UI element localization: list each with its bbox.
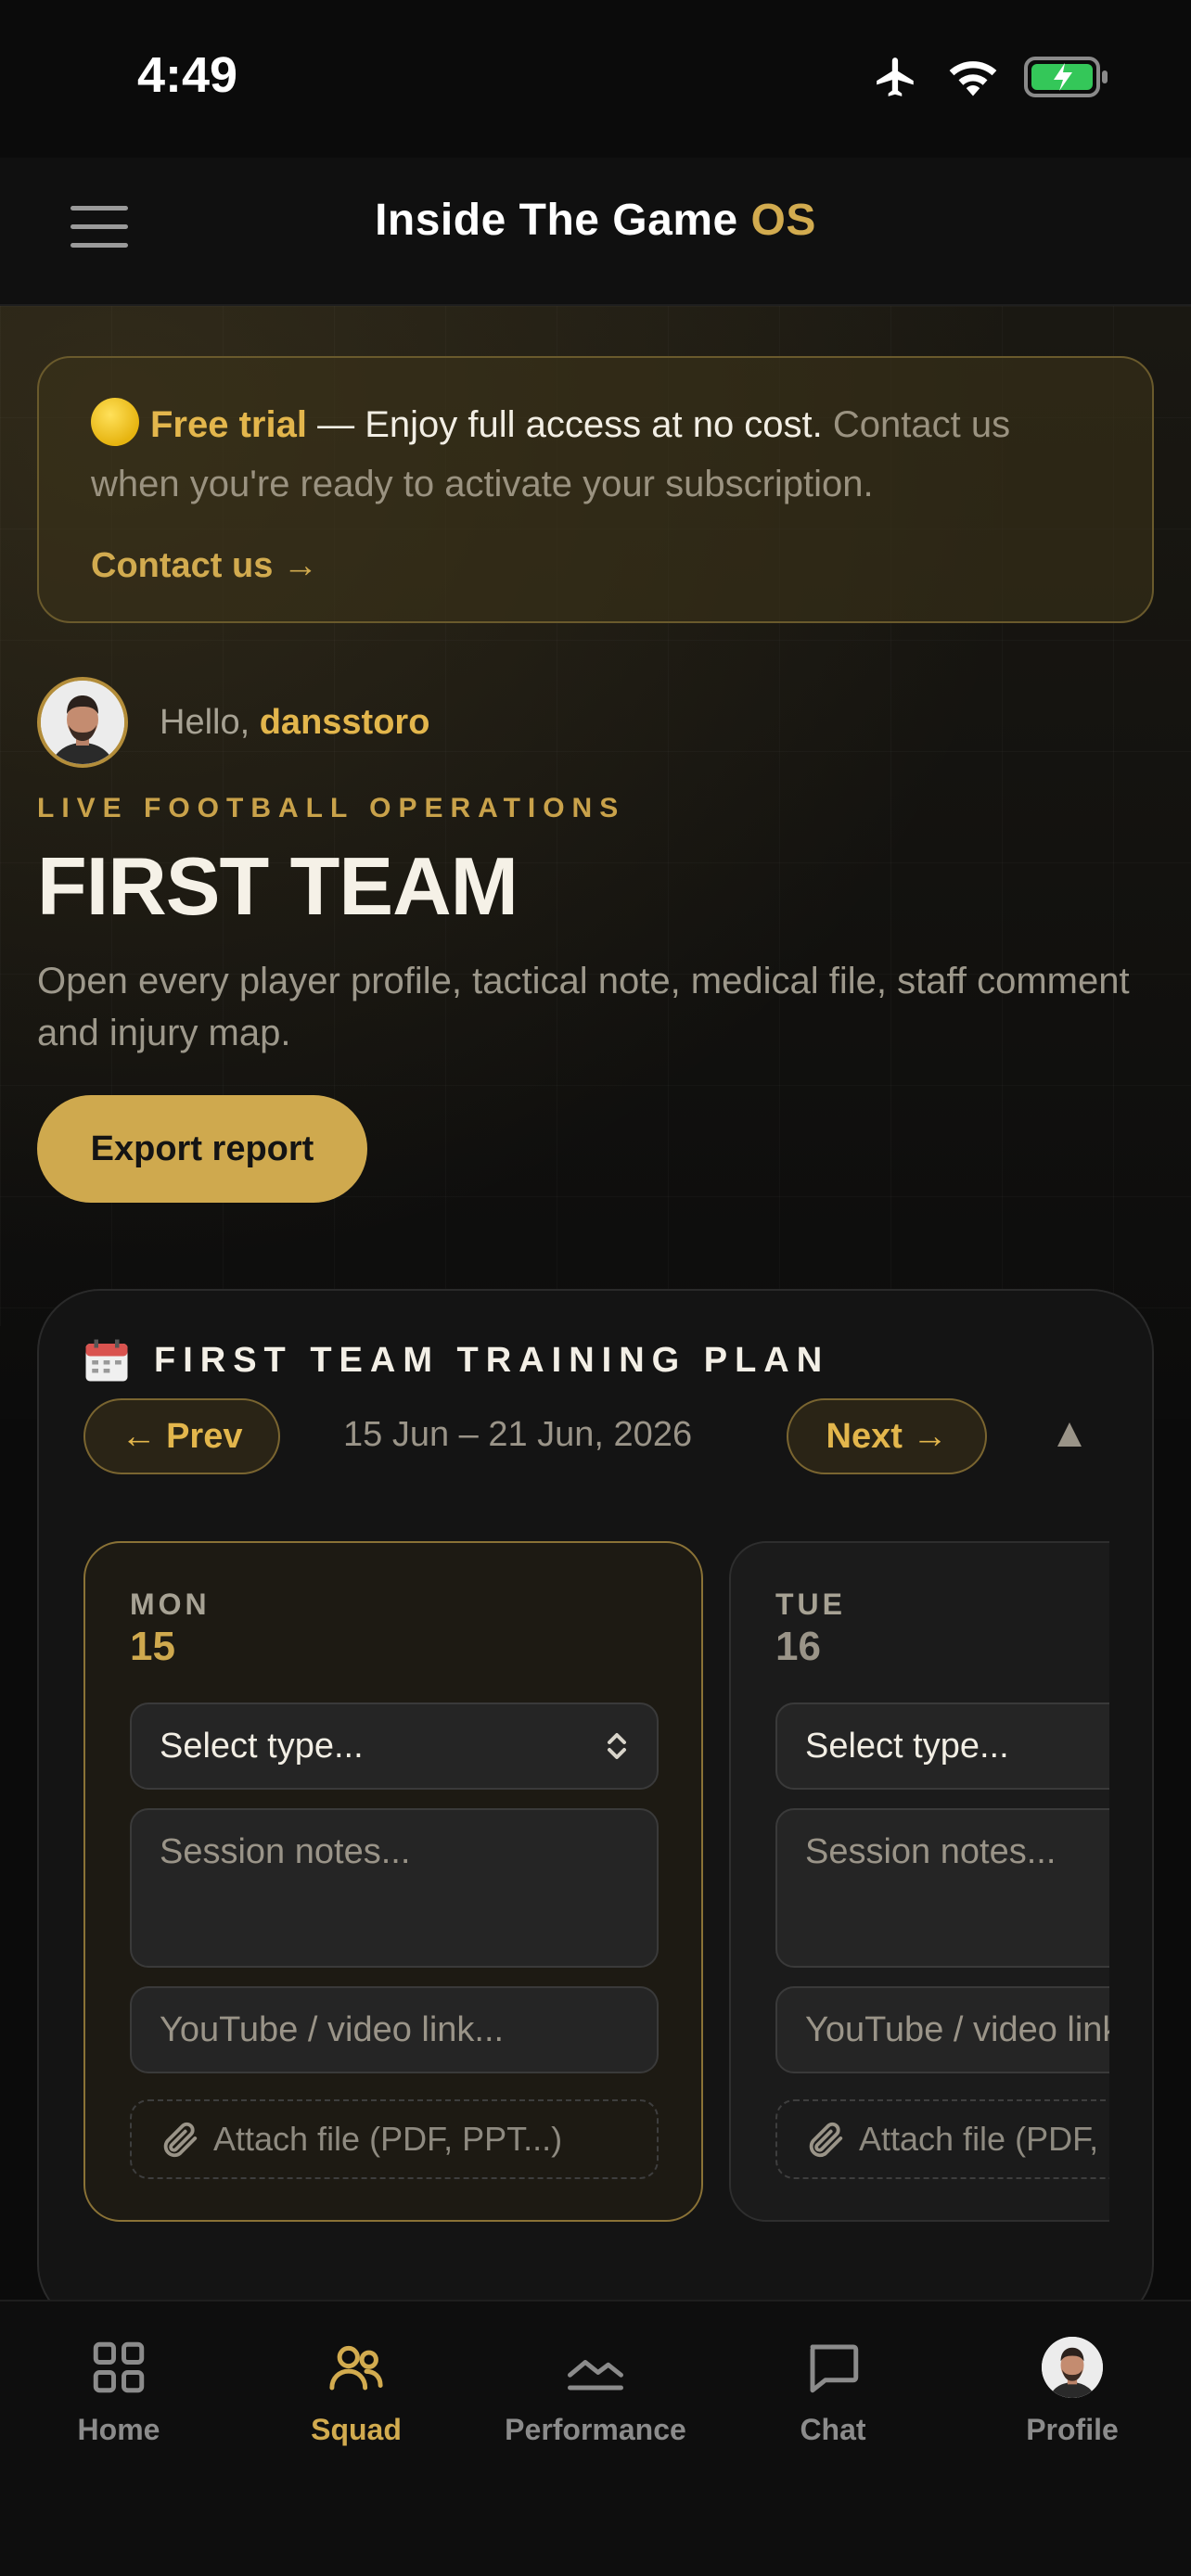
bottom-tab-bar: Home Squad Performance Chat Profile (0, 2300, 1191, 2576)
attach-label: Attach file (PDF, PPT...) (213, 2120, 563, 2158)
week-navigation: ← Prev 15 Jun – 21 Jun, 2026 Next → (83, 1398, 1113, 1476)
user-avatar-image (41, 681, 124, 764)
tab-label: Chat (800, 2413, 866, 2446)
export-report-button[interactable]: Export report (37, 1095, 367, 1203)
grid-icon (93, 2341, 145, 2393)
greeting: Hello, dansstoro (160, 703, 429, 743)
tab-performance[interactable]: Performance (493, 2335, 698, 2447)
training-plan-title: FIRST TEAM TRAINING PLAN (154, 1340, 830, 1380)
trial-strong: Free trial (150, 404, 307, 445)
status-bar: 4:49 (0, 0, 1191, 158)
week-date-range: 15 Jun – 21 Jun, 2026 (343, 1415, 693, 1454)
day-number: 16 (775, 1624, 821, 1669)
day-card-tue: TUE 16 Select type... Session notes... Y… (729, 1541, 1109, 2222)
tab-label: Profile (1026, 2413, 1119, 2446)
chat-bubble-icon (810, 2344, 859, 2393)
attach-label: Attach file (PDF, PPT...) (859, 2120, 1109, 2158)
paperclip-icon (809, 2122, 843, 2158)
app-header: Inside The Game OS (0, 158, 1191, 306)
status-icons (870, 54, 1109, 100)
section-eyebrow: LIVE FOOTBALL OPERATIONS (37, 793, 626, 823)
attach-file-button[interactable]: Attach file (PDF, PPT...) (130, 2099, 659, 2179)
day-of-week: TUE (775, 1588, 846, 1621)
days-carousel[interactable]: MON 15 Select type... Session notes... Y… (83, 1541, 1109, 2227)
video-link-input[interactable]: YouTube / video link... (130, 1986, 659, 2073)
status-time: 4:49 (137, 47, 238, 103)
tab-label: Home (77, 2413, 160, 2446)
airplane-icon (877, 57, 914, 96)
tab-home[interactable]: Home (17, 2335, 221, 2447)
username: dansstoro (259, 703, 430, 742)
select-value: Select type... (805, 1726, 1009, 1766)
app-title-main: Inside The Game (375, 196, 738, 245)
avatar[interactable] (37, 677, 128, 768)
greeting-prefix: Hello, (160, 703, 260, 742)
page-description: Open every player profile, tactical note… (37, 961, 1130, 1053)
profile-avatar (1042, 2337, 1103, 2398)
yellow-circle-icon (91, 398, 139, 446)
session-type-select[interactable]: Select type... (775, 1702, 1109, 1790)
wifi-icon (949, 61, 997, 96)
next-week-button[interactable]: Next → (787, 1398, 987, 1474)
select-value: Select type... (160, 1726, 364, 1766)
battery-charging-icon (1024, 57, 1108, 97)
day-of-week: MON (130, 1588, 211, 1621)
free-trial-banner: Free trial — Enjoy full access at no cos… (37, 356, 1154, 623)
collapse-triangle-icon[interactable] (1057, 1422, 1082, 1447)
tab-label: Squad (311, 2413, 402, 2446)
prev-week-button[interactable]: ← Prev (83, 1398, 280, 1474)
tab-chat[interactable]: Chat (731, 2335, 935, 2447)
contact-us-link[interactable]: Contact us → (91, 546, 318, 586)
session-notes-input[interactable]: Session notes... (130, 1808, 659, 1968)
users-icon (329, 2345, 383, 2391)
day-number: 15 (130, 1624, 175, 1669)
day-card-mon: MON 15 Select type... Session notes... Y… (83, 1541, 703, 2222)
trial-message: Free trial — Enjoy full access at no cos… (91, 395, 1100, 514)
session-notes-input[interactable]: Session notes... (775, 1808, 1109, 1968)
training-plan-card: FIRST TEAM TRAINING PLAN ← Prev 15 Jun –… (37, 1289, 1154, 2327)
chart-line-icon (568, 2360, 623, 2391)
tab-squad[interactable]: Squad (254, 2335, 458, 2447)
video-link-input[interactable]: YouTube / video link... (775, 1986, 1109, 2073)
app-title: Inside The Game OS (0, 195, 1191, 246)
app-title-accent: OS (750, 196, 816, 245)
training-plan-header: FIRST TEAM TRAINING PLAN (82, 1335, 829, 1385)
calendar-icon (85, 1339, 128, 1382)
tab-profile[interactable]: Profile (970, 2335, 1174, 2447)
paperclip-icon (163, 2122, 198, 2158)
trial-lead: — Enjoy full access at no cost. (306, 404, 823, 445)
chevron-updown-icon (608, 1733, 626, 1759)
attach-file-button[interactable]: Attach file (PDF, PPT...) (775, 2099, 1109, 2179)
tab-label: Performance (505, 2413, 686, 2446)
session-type-select[interactable]: Select type... (130, 1702, 659, 1790)
page-title: FIRST TEAM (37, 840, 519, 932)
